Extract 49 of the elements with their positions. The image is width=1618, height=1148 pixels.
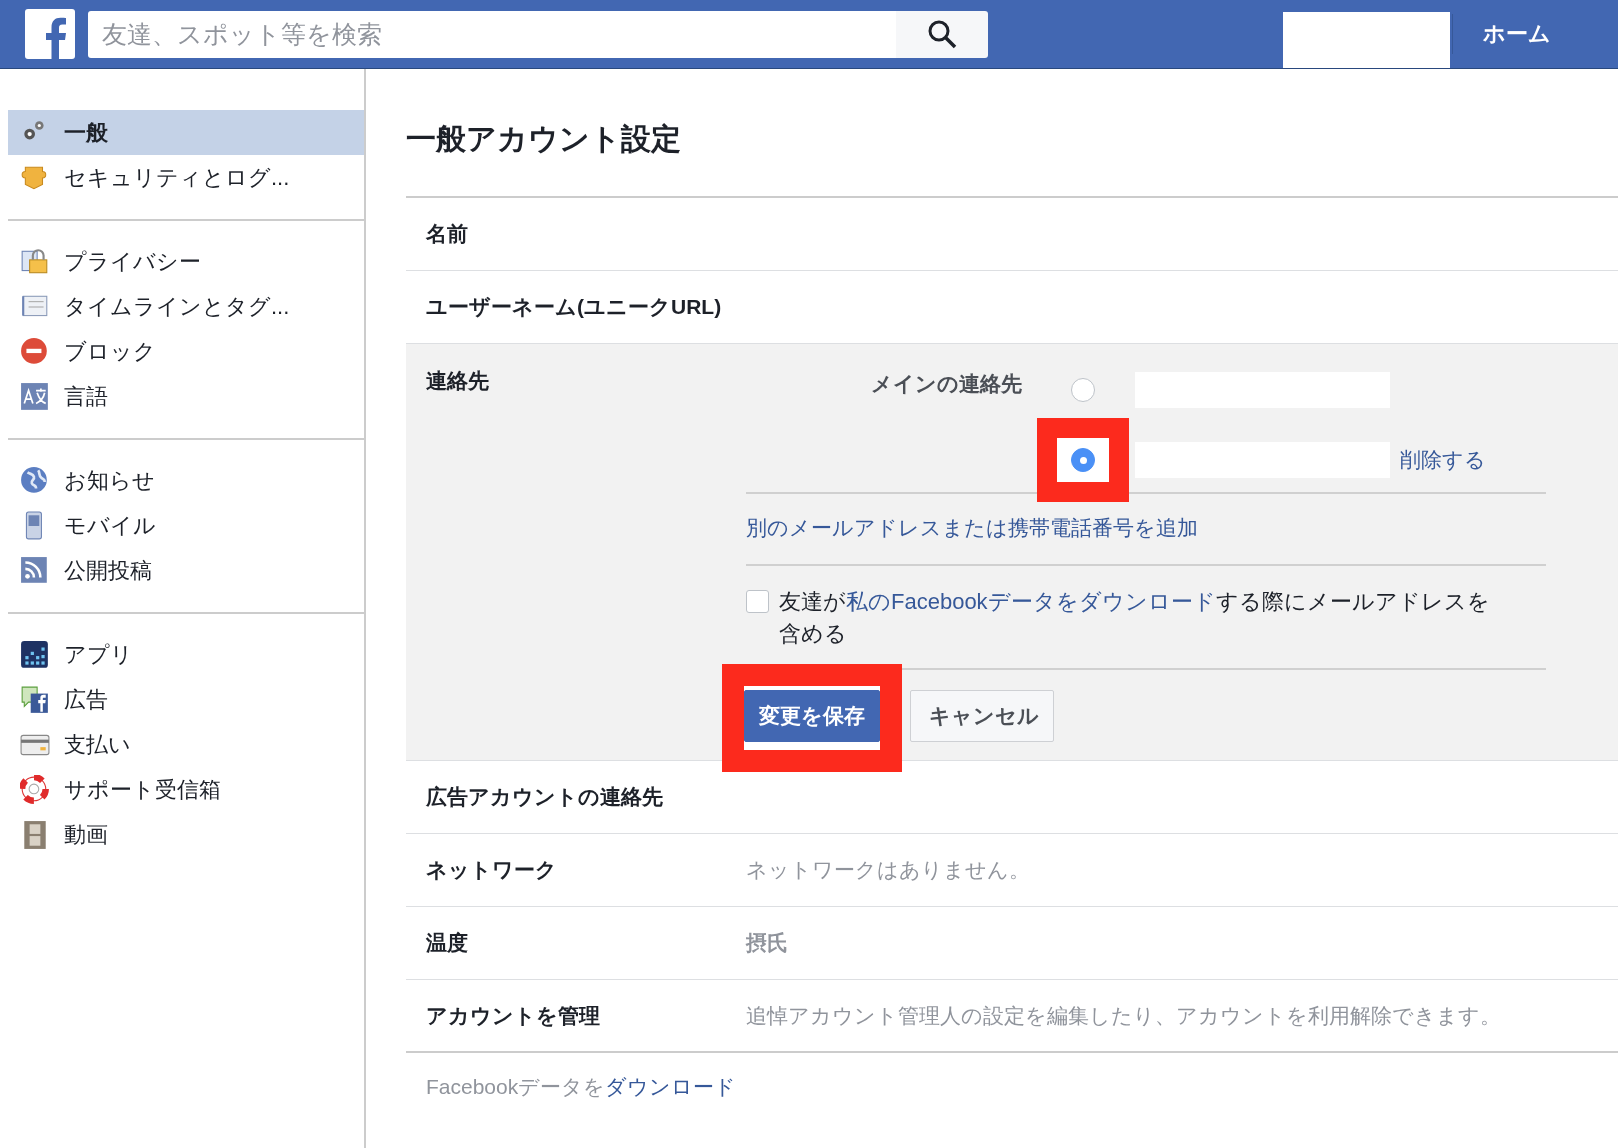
checkbox-label: 友達が私のFacebookデータをダウンロードする際にメールアドレスを含める	[779, 588, 1491, 648]
download-link[interactable]: 私のFacebookデータをダウンロード	[846, 589, 1216, 614]
save-button[interactable]: 変更を保存	[744, 690, 880, 742]
search-field[interactable]: 友達、スポット等を検索	[88, 10, 896, 58]
sidebar-item[interactable]: 公開投稿	[8, 548, 364, 593]
language-icon	[20, 381, 50, 412]
sidebar-item[interactable]: サポート受信箱	[8, 767, 364, 812]
feed-icon	[20, 555, 50, 586]
remove-link[interactable]: 削除する	[1400, 446, 1486, 474]
grid-icon	[20, 639, 50, 670]
sidebar-item[interactable]: セキュリティとログ...	[8, 155, 364, 200]
setting-value: 追悼アカウント管理人の設定を編集したり、アカウントを利用解除できます。	[746, 1002, 1501, 1029]
sidebar-item[interactable]: タイムラインとタグ...	[8, 284, 364, 329]
search-button[interactable]	[896, 10, 988, 58]
sidebar-item[interactable]: 言語	[8, 374, 364, 419]
sidebar-item[interactable]: 一般	[8, 110, 364, 155]
add-contact-link[interactable]: 別のメールアドレスまたは携帯電話番号を追加	[746, 514, 1198, 542]
setting-value: 摂氏	[746, 930, 788, 956]
setting-label[interactable]: 広告アカウントの連絡先	[406, 783, 746, 811]
setting-value: ネットワークはありません。	[746, 857, 1030, 883]
setting-label[interactable]: 名前	[406, 220, 746, 248]
search-icon	[927, 19, 957, 49]
sidebar-item[interactable]: お知らせ	[8, 458, 364, 503]
facebook-logo[interactable]	[25, 9, 75, 59]
globe-icon	[20, 465, 50, 496]
sidebar-item[interactable]: 支払い	[8, 722, 364, 767]
sidebar-item[interactable]: 広告	[8, 677, 364, 722]
sidebar-item[interactable]: モバイル	[8, 503, 364, 548]
sidebar-item[interactable]: プライバシー	[8, 239, 364, 284]
setting-label: 連絡先	[425, 368, 490, 394]
page-title: 一般アカウント設定	[406, 69, 1618, 198]
field-label: メインの連絡先	[871, 371, 1023, 397]
speech-bubble-icon	[20, 684, 50, 715]
radio-button[interactable]	[1071, 448, 1095, 472]
checkbox[interactable]	[746, 590, 769, 613]
download-text: Facebookデータを ダウンロード	[425, 1074, 738, 1100]
cancel-button[interactable]: キャンセル	[910, 690, 1054, 742]
sidebar-item[interactable]: ブロック	[8, 329, 364, 374]
no-entry-icon	[20, 336, 50, 367]
sidebar-item[interactable]: アプリ	[8, 632, 364, 677]
setting-label[interactable]: 温度	[406, 929, 746, 957]
setting-label[interactable]: アカウントを管理	[406, 1001, 746, 1030]
setting-label[interactable]: ユーザーネーム(ユニークURL)	[406, 293, 746, 321]
radio-button[interactable]	[1071, 378, 1095, 402]
download-link[interactable]: ダウンロード	[605, 1075, 737, 1098]
sidebar-item[interactable]: 動画	[8, 812, 364, 857]
setting-label[interactable]: ネットワーク	[406, 856, 746, 884]
lifebuoy-icon	[20, 774, 50, 805]
home-link[interactable]: ホーム	[1483, 19, 1551, 49]
